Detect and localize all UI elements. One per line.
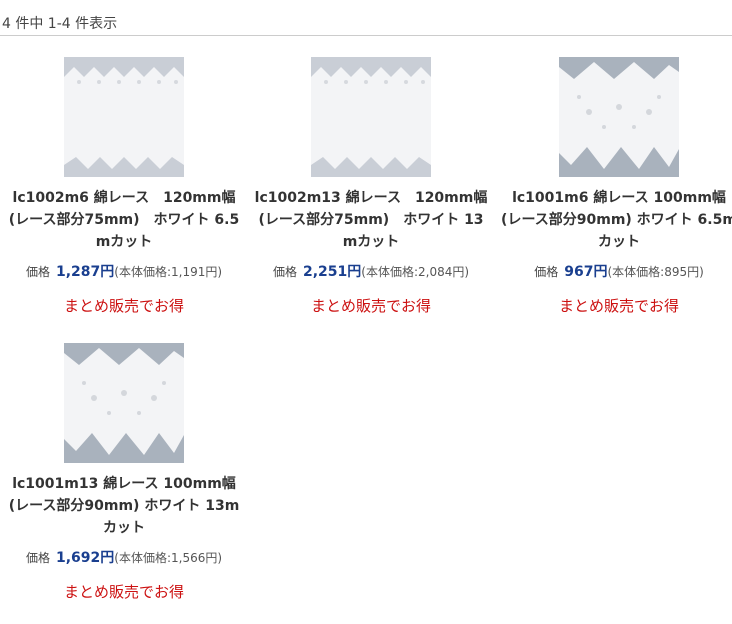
price-line: 価格 1,692円(本体価格:1,566円): [1, 547, 247, 567]
bulk-sale-link[interactable]: まとめ販売でお得: [496, 295, 732, 316]
product-card: lc1001m13 綿レース 100mm幅 (レース部分90mm) ホワイト 1…: [1, 343, 247, 602]
product-image[interactable]: [64, 57, 184, 177]
product-name-link[interactable]: lc1002m6 綿レース 120mm幅 (レース部分75mm) ホワイト 6.…: [6, 187, 242, 253]
price-label: 価格: [25, 265, 50, 279]
result-count: 4 件中 1-4 件表示: [2, 16, 118, 32]
price-line: 価格 967円(本体価格:895円): [496, 261, 732, 281]
product-card: lc1001m6 綿レース 100mm幅 (レース部分90mm) ホワイト 6.…: [496, 57, 732, 316]
price-value: 2,251円: [302, 264, 362, 280]
price-line: 価格 2,251円(本体価格:2,084円): [248, 261, 494, 281]
price-tax-note: (本体価格:2,084円): [361, 265, 470, 279]
bulk-sale-link[interactable]: まとめ販売でお得: [1, 581, 247, 602]
product-image[interactable]: [311, 57, 431, 177]
price-value: 1,692円: [55, 550, 115, 566]
bulk-sale-link[interactable]: まとめ販売でお得: [248, 295, 494, 316]
product-name-link[interactable]: lc1001m6 綿レース 100mm幅 (レース部分90mm) ホワイト 6.…: [501, 187, 732, 253]
price-label: 価格: [272, 265, 297, 279]
price-value: 967円: [564, 264, 608, 280]
price-value: 1,287円: [55, 264, 115, 280]
product-image[interactable]: [64, 343, 184, 463]
product-name-link[interactable]: lc1002m13 綿レース 120mm幅 (レース部分75mm) ホワイト 1…: [253, 187, 489, 253]
price-tax-note: (本体価格:895円): [607, 265, 704, 279]
price-tax-note: (本体価格:1,191円): [114, 265, 223, 279]
product-name-link[interactable]: lc1001m13 綿レース 100mm幅 (レース部分90mm) ホワイト 1…: [6, 473, 242, 539]
price-tax-note: (本体価格:1,566円): [114, 551, 223, 565]
bulk-sale-link[interactable]: まとめ販売でお得: [1, 295, 247, 316]
result-count-bar: 4 件中 1-4 件表示: [0, 0, 732, 36]
price-label: 価格: [25, 551, 50, 565]
price-line: 価格 1,287円(本体価格:1,191円): [1, 261, 247, 281]
product-image[interactable]: [559, 57, 679, 177]
product-card: lc1002m13 綿レース 120mm幅 (レース部分75mm) ホワイト 1…: [248, 57, 494, 316]
product-card: lc1002m6 綿レース 120mm幅 (レース部分75mm) ホワイト 6.…: [1, 57, 247, 316]
price-label: 価格: [534, 265, 559, 279]
